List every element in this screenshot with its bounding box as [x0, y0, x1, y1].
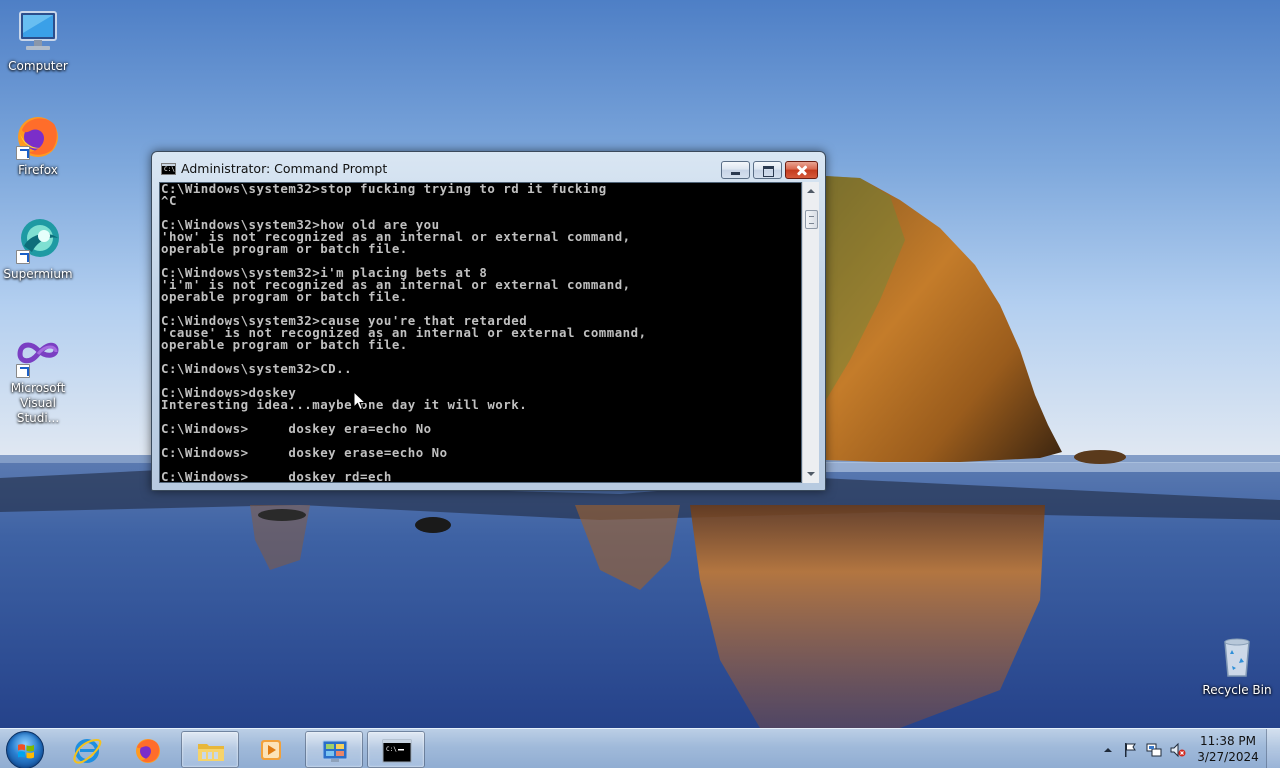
- shortcut-arrow-icon: [16, 250, 30, 264]
- supermium-icon: [14, 216, 62, 264]
- computer-icon: [14, 8, 62, 56]
- taskbar-firefox[interactable]: [119, 731, 177, 768]
- taskbar: C:\ 11:38 PM 3/27/2024: [0, 728, 1280, 768]
- window-title: Administrator: Command Prompt: [181, 161, 388, 176]
- show-hidden-icons-icon[interactable]: [1100, 742, 1116, 758]
- maximize-button[interactable]: [753, 161, 782, 179]
- scroll-down-arrow-icon[interactable]: [803, 466, 820, 483]
- network-icon[interactable]: [1146, 742, 1162, 758]
- minimize-button[interactable]: [721, 161, 750, 179]
- clock-date: 3/27/2024: [1197, 750, 1259, 764]
- shortcut-arrow-icon: [16, 364, 30, 378]
- desktop-icon-label: Firefox: [18, 163, 58, 177]
- visual-studio-icon: [14, 330, 62, 378]
- console-line: ^C: [161, 193, 177, 208]
- firefox-icon: [136, 739, 160, 763]
- taskbar-control-panel[interactable]: [305, 731, 363, 768]
- recycle-bin-icon: [1213, 632, 1261, 680]
- firefox-icon: [14, 112, 62, 160]
- desktop-icon-supermium[interactable]: Supermium: [0, 216, 76, 282]
- close-button[interactable]: [785, 161, 818, 179]
- desktop-icon-label: Computer: [8, 59, 68, 73]
- action-center-flag-icon[interactable]: [1122, 742, 1138, 758]
- console-line: C:\Windows> doskey era=echo No: [161, 421, 432, 436]
- desktop-icon-label: Microsoft Visual Studi...: [10, 381, 66, 425]
- taskbar-internet-explorer[interactable]: [58, 731, 116, 768]
- console-output[interactable]: C:\Windows\system32>stop fucking trying …: [159, 182, 802, 483]
- console-line: C:\Windows\system32>CD..: [161, 361, 353, 376]
- windows-logo-icon: [18, 744, 34, 759]
- scrollbar-thumb[interactable]: [805, 210, 818, 229]
- scroll-up-arrow-icon[interactable]: [803, 182, 820, 199]
- internet-explorer-icon: [73, 739, 102, 764]
- desktop-icon-recycle-bin[interactable]: Recycle Bin: [1199, 632, 1275, 698]
- console-line: operable program or batch file.: [161, 241, 408, 256]
- console-line: operable program or batch file.: [161, 337, 408, 352]
- console-line: operable program or batch file.: [161, 289, 408, 304]
- control-panel-icon: [322, 740, 348, 762]
- desktop-icon-firefox[interactable]: Firefox: [0, 112, 76, 178]
- svg-text:C:\: C:\: [386, 746, 397, 753]
- mouse-cursor-icon: [353, 390, 367, 411]
- desktop-icon-visual-studio[interactable]: Microsoft Visual Studi...: [0, 330, 76, 426]
- media-player-icon: [261, 740, 281, 760]
- taskbar-file-explorer[interactable]: [181, 731, 239, 768]
- clock-time: 11:38 PM: [1200, 734, 1256, 748]
- command-prompt-icon: C:\: [161, 163, 176, 175]
- shortcut-arrow-icon: [16, 146, 30, 160]
- console-line: C:\Windows> doskey rd=ech: [161, 469, 392, 483]
- console-line: Interesting idea...maybe one day it will…: [161, 397, 528, 412]
- folder-icon: [198, 744, 224, 761]
- volume-muted-icon[interactable]: [1170, 742, 1186, 758]
- console-line: C:\Windows\system32>stop fucking trying …: [161, 182, 607, 196]
- console-line: C:\Windows> doskey erase=echo No: [161, 445, 448, 460]
- vertical-scrollbar[interactable]: [802, 182, 819, 483]
- desktop-icon-label: Recycle Bin: [1202, 683, 1272, 697]
- desktop-icon-label: Supermium: [3, 267, 73, 281]
- taskbar-media-player[interactable]: [242, 731, 300, 768]
- notification-area: [1098, 729, 1194, 768]
- desktop-icon-computer[interactable]: Computer: [0, 8, 76, 74]
- window-titlebar[interactable]: C:\ Administrator: Command Prompt: [152, 152, 825, 182]
- command-prompt-window[interactable]: C:\ Administrator: Command Prompt C:\Win…: [151, 151, 826, 491]
- system-clock[interactable]: 11:38 PM 3/27/2024: [1196, 733, 1260, 765]
- show-desktop-button[interactable]: [1266, 729, 1280, 768]
- taskbar-command-prompt[interactable]: C:\: [367, 731, 425, 768]
- command-prompt-icon: C:\: [382, 739, 412, 763]
- start-button[interactable]: [6, 731, 44, 768]
